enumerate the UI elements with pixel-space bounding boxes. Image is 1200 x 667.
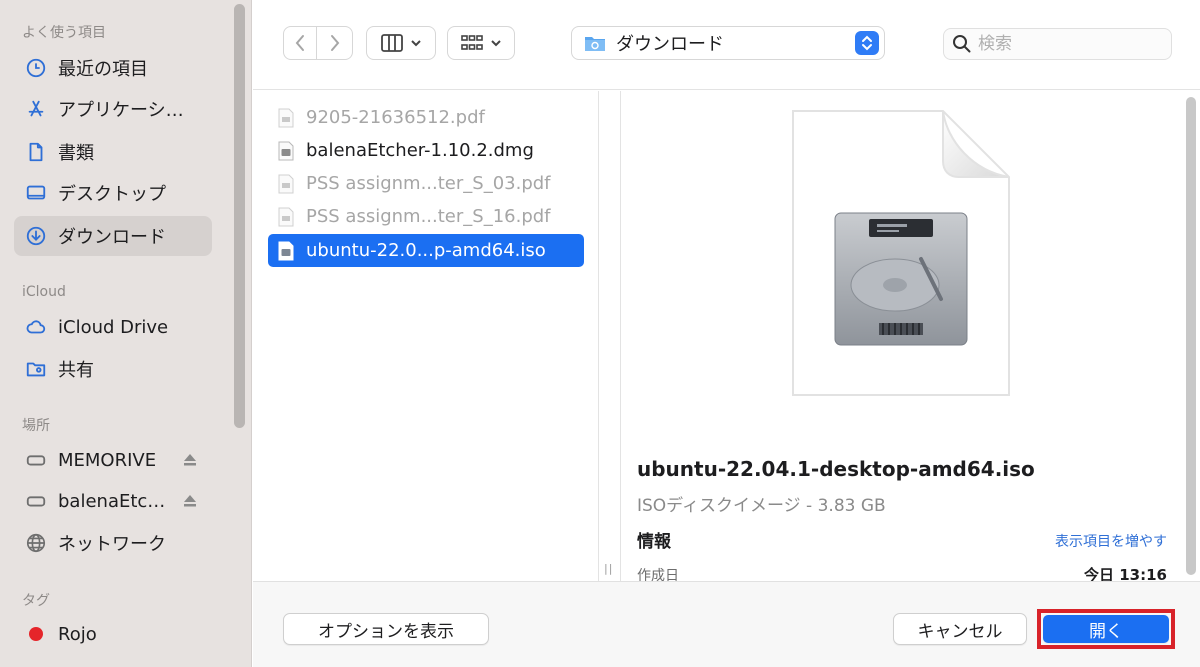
file-row[interactable]: PSS assignm...ter_S_03.pdf <box>268 167 584 200</box>
file-name: 9205-21636512.pdf <box>306 107 485 128</box>
column-divider <box>598 91 599 581</box>
chevron-down-icon <box>411 40 421 47</box>
created-value: 今日 13:16 <box>1084 566 1167 581</box>
document-icon <box>24 140 48 164</box>
desktop-icon <box>24 181 48 205</box>
sidebar-item-label: デスクトップ <box>58 184 166 205</box>
preview-info-heading: 情報 <box>637 532 671 552</box>
preview-pane: ubuntu-22.04.1-desktop-amd64.iso ISOディスク… <box>621 91 1183 581</box>
sidebar-item-icloud-drive[interactable]: iCloud Drive <box>14 307 212 347</box>
sidebar-item-tag-rojo[interactable]: Rojo <box>14 614 212 654</box>
sidebar-heading-tags: タグ <box>22 593 50 609</box>
preview-kind-size: ISOディスクイメージ - 3.83 GB <box>637 496 886 516</box>
column-resize-handle[interactable]: || <box>604 562 613 575</box>
sidebar-item-label: ネットワーク <box>58 534 166 555</box>
disk-image-document-icon <box>792 110 1010 396</box>
open-button-highlight: 開く <box>1037 609 1175 649</box>
eject-icon[interactable] <box>180 450 200 470</box>
cloud-icon <box>24 315 48 339</box>
disk-image-icon <box>278 241 294 260</box>
sidebar-heading-icloud: iCloud <box>22 284 66 300</box>
sidebar-item-label: 書類 <box>58 143 94 164</box>
file-generic-icon <box>278 174 294 193</box>
file-row-selected[interactable]: ubuntu-22.0...p-amd64.iso <box>268 234 584 267</box>
file-list: 9205-21636512.pdf balenaEtcher-1.10.2.dm… <box>253 91 598 581</box>
disk-image-icon <box>278 141 294 160</box>
sidebar-item-label: ダウンロード <box>58 227 166 248</box>
file-generic-icon <box>278 108 294 127</box>
show-more-link[interactable]: 表示項目を増やす <box>1055 531 1167 551</box>
toolbar: ダウンロード <box>253 0 1200 90</box>
view-columns-button[interactable] <box>366 26 436 60</box>
chevron-down-icon <box>491 40 501 47</box>
folder-icon <box>585 37 605 51</box>
show-options-button[interactable]: オプションを表示 <box>283 613 489 645</box>
columns-view-icon <box>381 34 403 52</box>
open-button[interactable]: 開く <box>1043 615 1169 643</box>
location-label: ダウンロード <box>616 34 724 55</box>
grid-icon <box>461 35 483 50</box>
file-row[interactable]: PSS assignm...ter_S_16.pdf <box>268 200 584 233</box>
file-row[interactable]: 9205-21636512.pdf <box>268 101 584 134</box>
preview-scrollbar[interactable] <box>1186 97 1196 575</box>
sidebar-item-recents[interactable]: 最近の項目 <box>14 48 212 88</box>
drive-icon <box>24 489 48 513</box>
sidebar: よく使う項目 最近の項目 アプリケーシ… 書類 デスクトップ ダウンロード iC… <box>0 0 252 667</box>
chevron-right-icon <box>330 35 339 51</box>
sidebar-item-desktop[interactable]: デスクトップ <box>14 173 212 213</box>
file-name: PSS assignm...ter_S_03.pdf <box>306 173 551 194</box>
sidebar-item-applications[interactable]: アプリケーシ… <box>14 89 212 129</box>
dialog-footer: オプションを表示 キャンセル 開く <box>253 581 1200 667</box>
sidebar-item-label: 共有 <box>58 360 94 381</box>
sidebar-item-network[interactable]: ネットワーク <box>14 523 212 563</box>
sidebar-heading-favorites: よく使う項目 <box>22 25 106 41</box>
shared-folder-icon <box>24 357 48 381</box>
search-icon <box>953 35 971 53</box>
sidebar-item-balenaetcher[interactable]: balenaEtc… <box>14 481 212 521</box>
sidebar-item-label: iCloud Drive <box>58 316 169 338</box>
clock-icon <box>24 56 48 80</box>
drive-icon <box>24 448 48 472</box>
file-name: balenaEtcher-1.10.2.dmg <box>306 140 534 161</box>
file-name: ubuntu-22.0...p-amd64.iso <box>306 240 546 261</box>
search-field[interactable] <box>943 28 1172 60</box>
cancel-button[interactable]: キャンセル <box>893 613 1027 645</box>
file-name: PSS assignm...ter_S_16.pdf <box>306 206 551 227</box>
back-button[interactable] <box>283 26 317 60</box>
sidebar-heading-locations: 場所 <box>22 418 50 434</box>
location-popup[interactable]: ダウンロード <box>571 26 885 60</box>
sidebar-scrollbar[interactable] <box>234 4 245 428</box>
sidebar-item-shared[interactable]: 共有 <box>14 349 212 389</box>
sidebar-item-documents[interactable]: 書類 <box>14 132 212 172</box>
sidebar-item-label: Rojo <box>58 623 97 645</box>
chevron-left-icon <box>295 35 304 51</box>
sidebar-item-downloads[interactable]: ダウンロード <box>14 216 212 256</box>
location-stepper-icon <box>855 31 879 55</box>
applications-icon <box>24 97 48 121</box>
sidebar-item-label: balenaEtc… <box>58 490 166 512</box>
network-icon <box>24 531 48 555</box>
sidebar-item-label: MEMORIVE <box>58 449 157 471</box>
preview-filename: ubuntu-22.04.1-desktop-amd64.iso <box>637 457 1035 481</box>
eject-icon[interactable] <box>180 491 200 511</box>
file-row[interactable]: balenaEtcher-1.10.2.dmg <box>268 134 584 167</box>
file-generic-icon <box>278 207 294 226</box>
sidebar-item-memorive[interactable]: MEMORIVE <box>14 440 212 480</box>
created-label: 作成日 <box>637 568 679 581</box>
forward-button[interactable] <box>317 26 353 60</box>
download-icon <box>24 224 48 248</box>
tag-dot-icon <box>24 622 48 646</box>
sidebar-item-label: 最近の項目 <box>58 59 148 80</box>
search-input[interactable] <box>978 34 1158 54</box>
group-menu-button[interactable] <box>447 26 515 60</box>
sidebar-item-label: アプリケーシ… <box>58 100 184 121</box>
